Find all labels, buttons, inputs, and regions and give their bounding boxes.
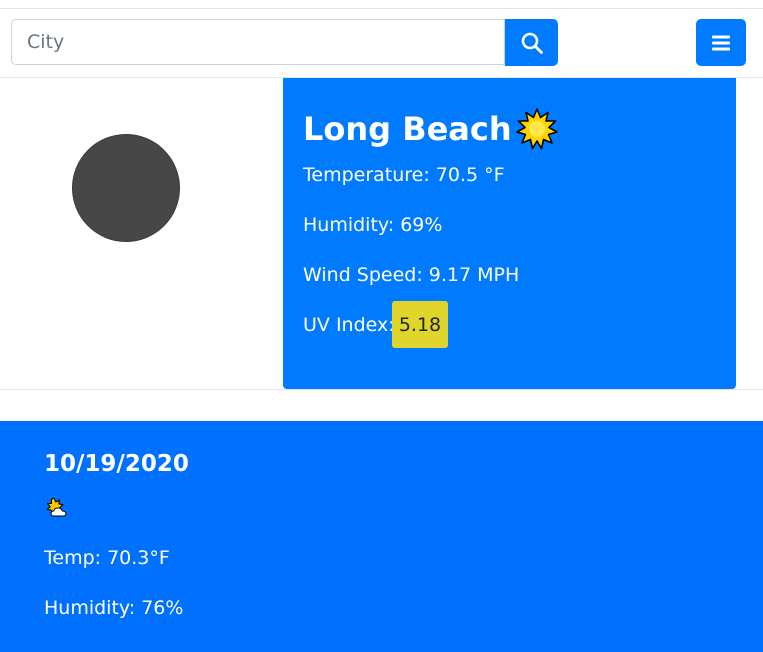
temperature-text: Temperature: 70.5 °F [303,164,505,186]
search-button[interactable] [505,19,558,66]
forecast-date: 10/19/2020 [44,451,189,477]
menu-button[interactable] [696,19,746,66]
uv-index-badge: 5.18 [392,301,448,348]
partly-cloudy-icon [46,497,67,517]
search-bar [0,9,763,77]
forecast-humidity: Humidity: 76% [44,597,184,619]
current-weather-card: Long Beach Temperature: 70.5 °F Humidity… [283,78,736,389]
wind-speed-text: Wind Speed: 9.17 MPH [303,264,520,286]
section-divider [0,389,763,390]
humidity-text: Humidity: 69% [303,214,443,236]
forecast-temp: Temp: 70.3°F [44,547,170,569]
forecast-card: 10/19/2020 Temp: 70.3°F Humidity: 76% [0,421,763,652]
search-icon [521,32,543,54]
uv-index-label: UV Index: [303,314,395,336]
city-name: Long Beach [303,110,512,148]
avatar [72,134,180,242]
sun-icon [515,108,558,150]
city-heading: Long Beach [303,108,558,150]
hamburger-menu-icon [712,35,730,50]
city-search-input[interactable] [11,19,505,65]
